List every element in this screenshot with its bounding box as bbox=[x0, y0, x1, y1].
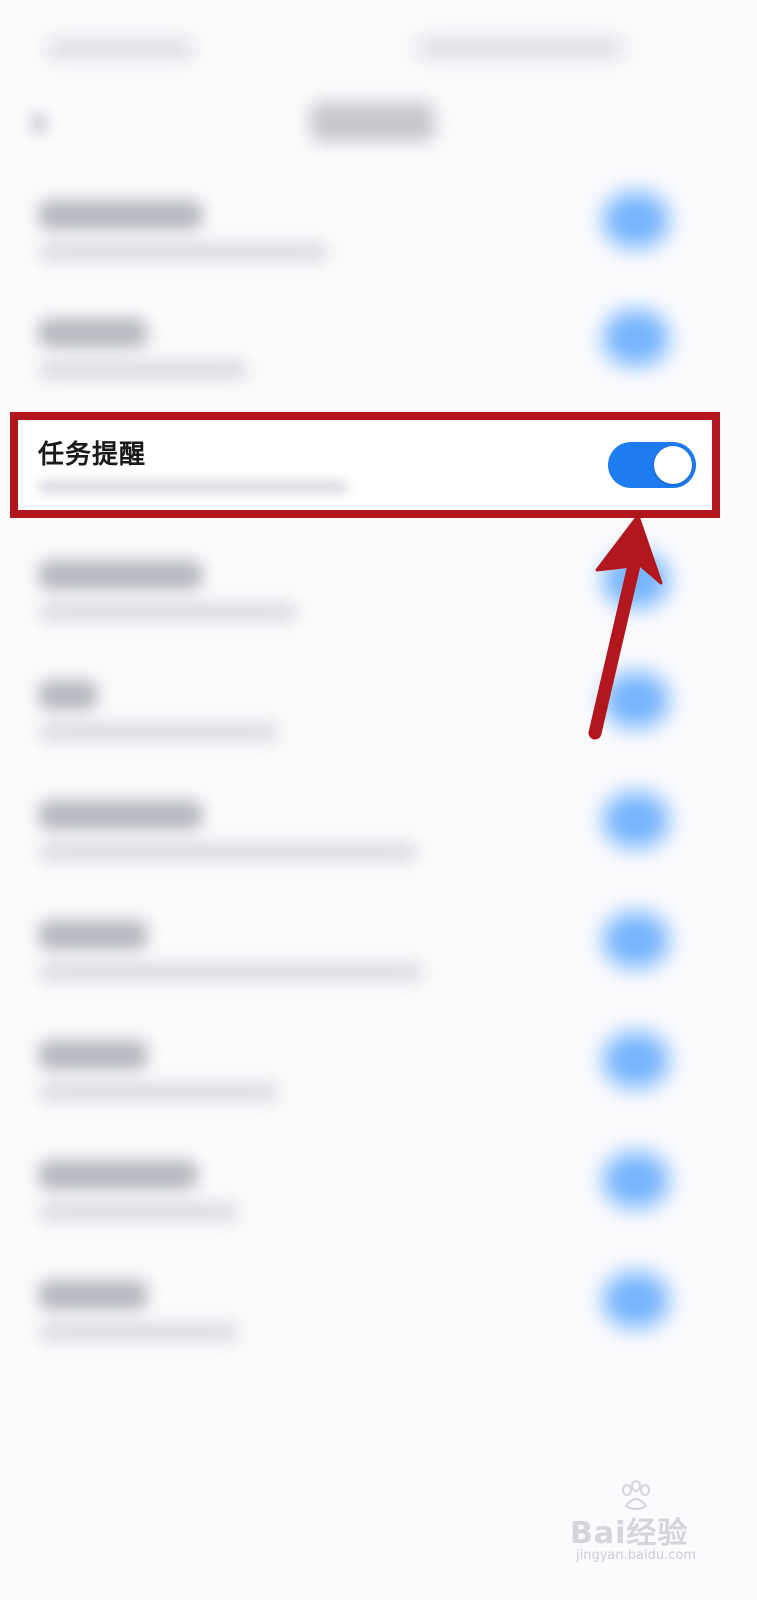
setting-row-title bbox=[38, 920, 148, 950]
setting-row[interactable] bbox=[0, 310, 757, 418]
toggle-knob bbox=[654, 446, 692, 484]
toggle-switch[interactable] bbox=[603, 672, 669, 728]
setting-row-title bbox=[38, 1280, 148, 1310]
setting-row-title bbox=[38, 1040, 148, 1070]
setting-row[interactable] bbox=[0, 552, 757, 660]
task-reminder-toggle[interactable] bbox=[608, 442, 696, 488]
setting-row[interactable] bbox=[0, 1152, 757, 1260]
status-bar-right-blur bbox=[415, 36, 625, 60]
setting-row-title bbox=[38, 560, 203, 590]
toggle-switch[interactable] bbox=[603, 552, 669, 608]
setting-row-subtitle bbox=[38, 242, 328, 262]
setting-row[interactable] bbox=[0, 1032, 757, 1140]
setting-row-subtitle bbox=[38, 360, 248, 380]
setting-row-subtitle bbox=[38, 842, 418, 862]
toggle-switch[interactable] bbox=[603, 310, 669, 366]
settings-screen: 任务提醒 Bai经验 jingyan.baidu.com bbox=[0, 0, 757, 1600]
setting-row-title bbox=[38, 318, 148, 348]
task-reminder-row[interactable]: 任务提醒 bbox=[16, 418, 708, 506]
setting-row-title bbox=[38, 800, 203, 830]
setting-row-subtitle bbox=[38, 1082, 278, 1102]
setting-row-subtitle bbox=[38, 962, 423, 982]
task-reminder-subtitle bbox=[38, 480, 348, 494]
task-reminder-label: 任务提醒 bbox=[38, 440, 147, 470]
toggle-switch[interactable] bbox=[603, 1152, 669, 1208]
watermark-text: Bai经验 bbox=[570, 1516, 689, 1551]
setting-row-subtitle bbox=[38, 1322, 238, 1342]
back-icon[interactable] bbox=[30, 112, 48, 134]
setting-row-subtitle bbox=[38, 1202, 238, 1222]
toggle-switch[interactable] bbox=[603, 792, 669, 848]
status-bar-left-blur bbox=[45, 38, 195, 60]
status-bar bbox=[0, 0, 757, 90]
setting-row-subtitle bbox=[38, 722, 278, 742]
setting-row[interactable] bbox=[0, 792, 757, 900]
setting-row-title bbox=[38, 1160, 198, 1190]
setting-row[interactable] bbox=[0, 192, 757, 300]
setting-row[interactable] bbox=[0, 1272, 757, 1380]
setting-row[interactable] bbox=[0, 912, 757, 1020]
setting-row-title bbox=[38, 200, 203, 230]
toggle-switch[interactable] bbox=[603, 912, 669, 968]
toggle-switch[interactable] bbox=[603, 1272, 669, 1328]
setting-row[interactable] bbox=[0, 672, 757, 780]
toggle-switch[interactable] bbox=[603, 1032, 669, 1088]
setting-row-title bbox=[38, 680, 98, 710]
baidu-jingyan-watermark: Bai经验 jingyan.baidu.com bbox=[568, 1480, 743, 1570]
toggle-switch[interactable] bbox=[603, 192, 669, 248]
watermark-url: jingyan.baidu.com bbox=[576, 1548, 696, 1563]
page-title bbox=[310, 102, 435, 142]
setting-row-subtitle bbox=[38, 602, 298, 622]
